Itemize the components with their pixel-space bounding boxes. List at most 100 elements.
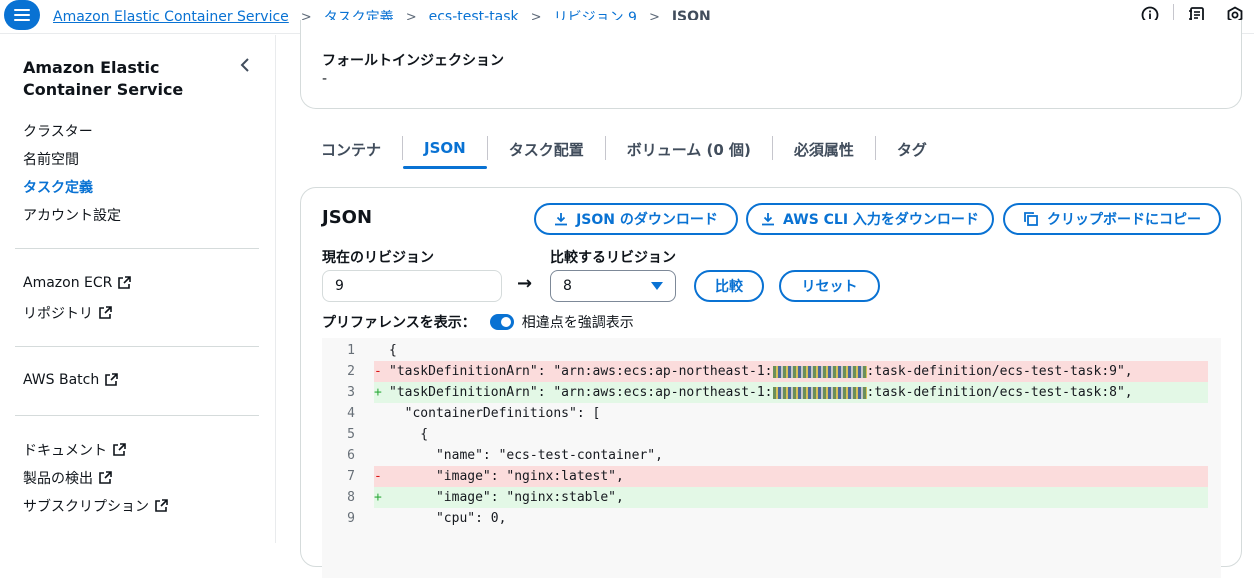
breadcrumb-ecs[interactable]: Amazon Elastic Container Service — [53, 9, 289, 25]
external-link-icon — [118, 276, 132, 289]
download-cli-button[interactable]: AWS CLI 入力をダウンロード — [746, 203, 994, 235]
json-diff-viewer: 1{2- "taskDefinitionArn": "arn:aws:ecs:ap… — [322, 338, 1221, 578]
code-text: { — [389, 427, 429, 442]
code-text-suffix: :task-definition/ecs-test-task:9", — [866, 364, 1133, 379]
sidebar-item-documentation[interactable]: ドキュメント — [23, 440, 126, 460]
external-link-icon — [105, 373, 119, 386]
sidebar-item-account-settings[interactable]: アカウント設定 — [23, 205, 121, 225]
code-line: 2 - "taskDefinitionArn": "arn:aws:ecs:ap-n… — [322, 361, 1228, 382]
fault-injection-label: フォールトインジェクション — [322, 53, 504, 69]
code-text: { — [389, 343, 397, 358]
code-text: "image": "nginx:latest", — [389, 469, 624, 484]
sidebar-item-label: AWS Batch — [23, 372, 100, 388]
sidebar-item-ecr[interactable]: Amazon ECR — [23, 275, 132, 291]
code-line: 9 "cpu": 0, — [322, 508, 1228, 529]
code-text: "cpu": 0, — [389, 511, 507, 526]
code-text: "containerDefinitions": [ — [389, 406, 601, 421]
download-cli-label: AWS CLI 入力をダウンロード — [783, 212, 979, 228]
line-number: 8 — [347, 490, 355, 505]
download-icon — [555, 213, 568, 226]
line-number: 4 — [347, 406, 355, 421]
compare-revision-select[interactable]: 8 — [550, 270, 676, 302]
highlight-diff-toggle[interactable] — [489, 314, 514, 330]
sidebar-item-label: ドキュメント — [23, 443, 107, 459]
external-link-icon — [113, 443, 126, 456]
code-line: 7 - "image": "nginx:latest", — [322, 466, 1228, 487]
menu-icon[interactable] — [4, 0, 40, 30]
code-line: 6 "name": "ecs-test-container", — [322, 445, 1228, 466]
current-revision-input[interactable]: 9 — [322, 270, 502, 302]
line-number: 3 — [347, 385, 355, 400]
compare-revision-label: 比較するリビジョン — [550, 250, 676, 266]
sidebar-divider — [15, 415, 259, 416]
sidebar-item-label: 製品の検出 — [23, 471, 93, 487]
code-text-suffix: :task-definition/ecs-test-task:8", — [866, 385, 1133, 400]
sidebar-item-clusters[interactable]: クラスター — [23, 121, 93, 141]
tab-tags[interactable]: タグ — [876, 131, 948, 172]
external-link-icon — [99, 471, 112, 484]
fault-injection-value: - — [322, 71, 328, 87]
sidebar-item-repositories[interactable]: リポジトリ — [23, 303, 112, 323]
sidebar-item-namespaces[interactable]: 名前空間 — [23, 149, 79, 169]
caret-down-icon — [651, 282, 663, 290]
line-number: 1 — [347, 343, 355, 358]
code-text: "taskDefinitionArn": "arn:aws:ecs:ap-nor… — [389, 385, 1133, 400]
code-line: 5 { — [322, 424, 1228, 445]
download-icon — [762, 213, 775, 226]
sidebar-divider — [15, 346, 259, 347]
copy-to-clipboard-button[interactable]: クリップボードにコピー — [1003, 203, 1221, 235]
line-number: 5 — [347, 427, 355, 442]
sidebar-item-aws-batch[interactable]: AWS Batch — [23, 372, 119, 388]
highlight-diff-label: 相違点を強調表示 — [521, 315, 634, 331]
diff-marker: + — [374, 385, 382, 400]
redacted-account-id — [772, 365, 867, 378]
copy-icon — [1024, 212, 1038, 226]
diff-marker: + — [374, 490, 382, 505]
code-text: "name": "ecs-test-container", — [389, 448, 663, 463]
detail-tabs: コンテナ JSON タスク配置 ボリューム (0 個) 必須属性 タグ — [300, 131, 948, 171]
code-line: 1{ — [322, 340, 1228, 361]
reset-button[interactable]: リセット — [779, 270, 880, 302]
tab-task-placement[interactable]: タスク配置 — [488, 131, 605, 172]
compare-button-label: 比較 — [715, 279, 743, 295]
sidebar-item-subscriptions[interactable]: サブスクリプション — [23, 496, 168, 516]
download-json-label: JSON のダウンロード — [576, 212, 718, 228]
download-json-button[interactable]: JSON のダウンロード — [534, 203, 738, 235]
line-number: 9 — [347, 511, 355, 526]
tab-volumes[interactable]: ボリューム (0 個) — [606, 131, 772, 172]
preferences-row: プリファレンスを表示： 相違点を強調表示 — [322, 312, 634, 332]
external-link-icon — [155, 499, 168, 512]
sidebar-item-task-definitions[interactable]: タスク定義 — [23, 177, 93, 197]
line-number: 6 — [347, 448, 355, 463]
sidebar: Amazon Elastic Container Service クラスター 名… — [0, 35, 276, 543]
json-panel-title: JSON — [322, 207, 373, 228]
code-line: 3 + "taskDefinitionArn": "arn:aws:ecs:ap-n… — [322, 382, 1228, 403]
compare-revision-value: 8 — [563, 278, 572, 294]
compare-button[interactable]: 比較 — [694, 270, 764, 302]
chevron-left-icon[interactable] — [237, 57, 253, 73]
json-panel: JSON JSON のダウンロード AWS CLI 入力をダウンロード クリップ… — [300, 187, 1242, 578]
code-line: 4 "containerDefinitions": [ — [322, 403, 1228, 424]
tab-json[interactable]: JSON — [403, 131, 487, 169]
sidebar-title[interactable]: Amazon Elastic Container Service — [23, 57, 223, 101]
diff-marker: - — [374, 364, 382, 379]
sidebar-item-label: リポジトリ — [23, 306, 93, 322]
sidebar-divider — [15, 248, 259, 249]
sidebar-item-discover-products[interactable]: 製品の検出 — [23, 468, 112, 488]
code-line: 8 + "image": "nginx:stable", — [322, 487, 1228, 508]
fault-injection-card: フォールトインジェクション - — [300, 20, 1242, 109]
line-number: 2 — [347, 364, 355, 379]
current-revision-label: 現在のリビジョン — [322, 250, 434, 266]
reset-button-label: リセット — [801, 279, 858, 295]
code-text: "image": "nginx:stable", — [389, 490, 624, 505]
copy-label: クリップボードにコピー — [1047, 212, 1201, 228]
preferences-label: プリファレンスを表示： — [322, 315, 476, 331]
code-text: "taskDefinitionArn": "arn:aws:ecs:ap-nor… — [389, 364, 1133, 379]
external-link-icon — [99, 306, 112, 319]
diff-marker: - — [374, 469, 382, 484]
tab-containers[interactable]: コンテナ — [300, 131, 402, 172]
sidebar-item-label: サブスクリプション — [23, 499, 149, 515]
sidebar-item-label: Amazon ECR — [23, 275, 113, 291]
tab-required-attributes[interactable]: 必須属性 — [773, 131, 875, 172]
line-number: 7 — [347, 469, 355, 484]
